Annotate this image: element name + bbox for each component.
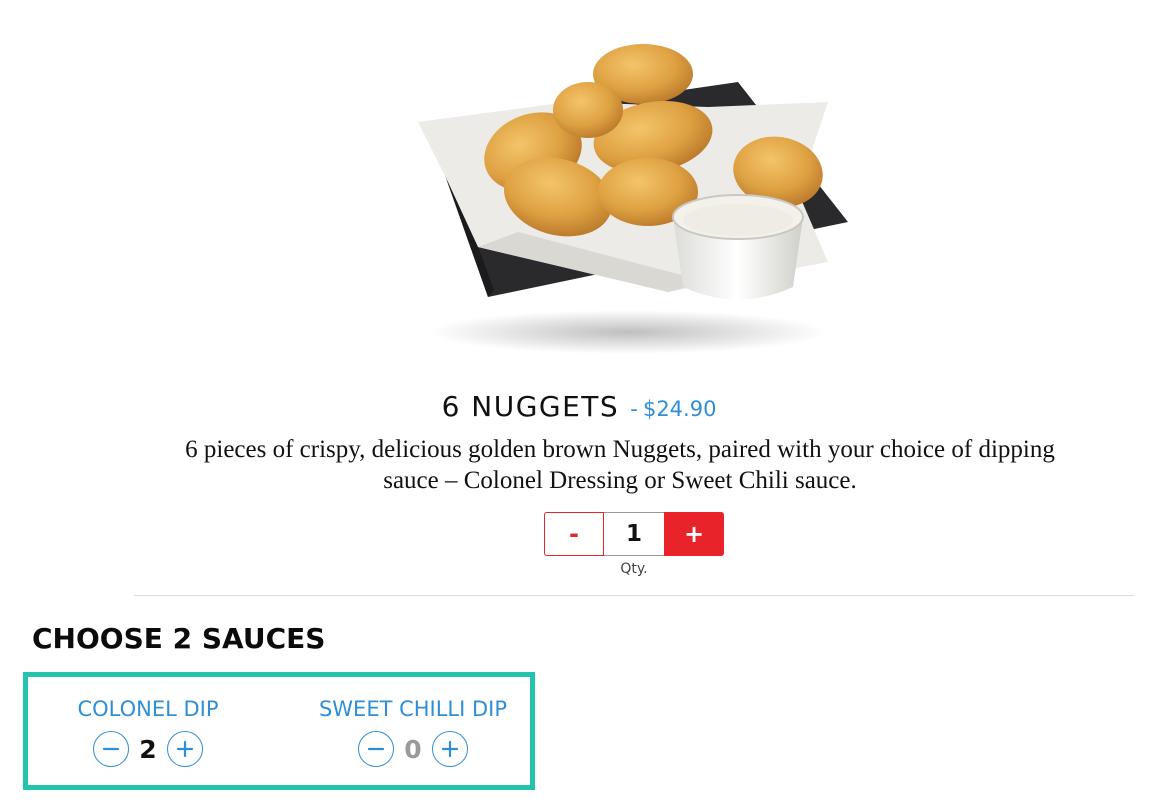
colonel-dip-decrease-button[interactable] (93, 731, 129, 767)
quantity-stepper: - 1 + (544, 512, 724, 556)
sauce-options-box: COLONEL DIP 2 SWEET CHILLI DIP 0 (23, 672, 535, 790)
sauce-option-sweet-chilli-dip: SWEET CHILLI DIP 0 (303, 697, 523, 767)
sauce-name: SWEET CHILLI DIP (318, 697, 508, 721)
colonel-dip-count: 2 (139, 734, 157, 764)
product-name: 6 NUGGETS (441, 390, 620, 423)
product-description: 6 pieces of crispy, delicious golden bro… (185, 436, 1055, 494)
product-image (408, 32, 848, 362)
plus-icon (176, 740, 194, 758)
price-separator: - (630, 397, 638, 421)
sweet-chilli-dip-count: 0 (404, 734, 422, 764)
quantity-value[interactable]: 1 (604, 512, 664, 556)
colonel-dip-increase-button[interactable] (167, 731, 203, 767)
sweet-chilli-dip-increase-button[interactable] (432, 731, 468, 767)
plus-icon (441, 740, 459, 758)
product-price: $24.90 (642, 397, 717, 421)
sauce-section-heading: CHOOSE 2 SAUCES (32, 622, 326, 655)
sauce-name: COLONEL DIP (77, 697, 219, 721)
nuggets-illustration (418, 44, 848, 354)
product-title-row: 6 NUGGETS - $24.90 (0, 390, 1158, 423)
decrease-quantity-button[interactable]: - (544, 512, 604, 556)
sauce-option-colonel-dip: COLONEL DIP 2 (58, 697, 238, 767)
sauce-stepper: 2 (58, 731, 238, 767)
quantity-label: Qty. (620, 561, 648, 577)
increase-quantity-button[interactable]: + (664, 512, 724, 556)
sauce-stepper: 0 (303, 731, 523, 767)
sweet-chilli-dip-decrease-button[interactable] (358, 731, 394, 767)
minus-icon (367, 747, 385, 751)
minus-icon (102, 747, 120, 751)
section-divider (134, 595, 1134, 596)
